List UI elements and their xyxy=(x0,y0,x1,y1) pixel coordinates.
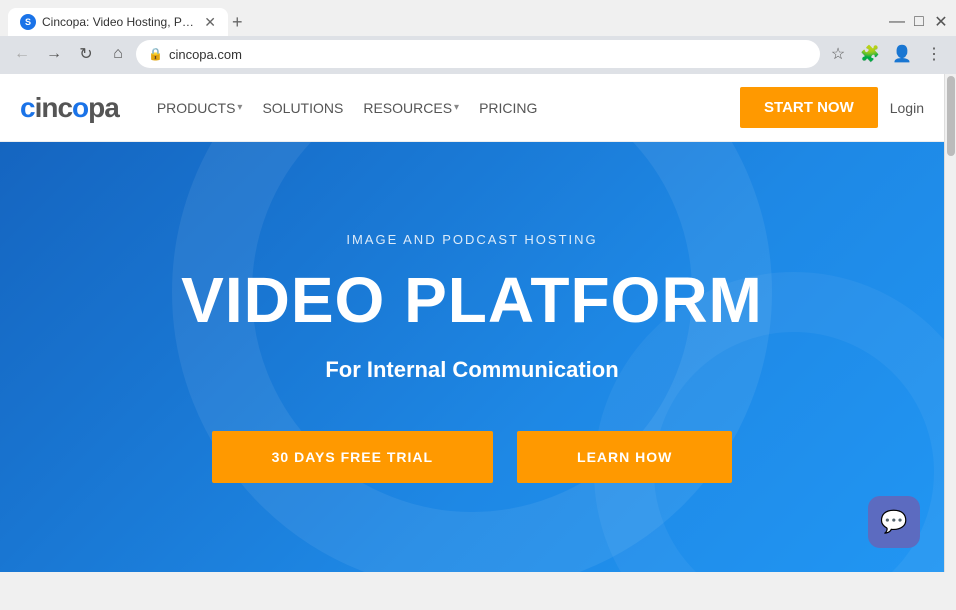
address-bar-row: ← → ↻ ⌂ 🔒 cincopa.com ☆ 🧩 👤 ⋮ xyxy=(0,36,956,74)
hero-buttons: 30 DAYS FREE TRIAL LEARN HOW xyxy=(212,431,733,483)
hero-section: IMAGE AND PODCAST HOSTING VIDEO PLATFORM… xyxy=(0,142,944,572)
lock-icon: 🔒 xyxy=(148,47,163,61)
profile-button[interactable]: 👤 xyxy=(888,40,916,68)
nav-resources[interactable]: RESOURCES ▾ xyxy=(355,96,467,120)
login-link[interactable]: Login xyxy=(890,100,924,116)
nav-actions: START NOW Login xyxy=(740,87,924,128)
logo-pa: pa xyxy=(88,92,119,123)
tab-favicon: S xyxy=(20,14,36,30)
hero-subtitle: IMAGE AND PODCAST HOSTING xyxy=(346,232,597,247)
site-navbar: cincopa PRODUCTS ▾ SOLUTIONS RESOURCES ▾… xyxy=(0,74,944,142)
scrollbar[interactable] xyxy=(944,74,956,572)
menu-button[interactable]: ⋮ xyxy=(920,40,948,68)
title-bar: S Cincopa: Video Hosting, Photo G ✕ + — … xyxy=(0,0,956,36)
maximize-button[interactable]: □ xyxy=(912,15,926,29)
browser-chrome: S Cincopa: Video Hosting, Photo G ✕ + — … xyxy=(0,0,956,74)
scroll-thumb[interactable] xyxy=(947,76,955,156)
tab-close-button[interactable]: ✕ xyxy=(204,14,216,31)
nav-resources-arrow: ▾ xyxy=(454,102,459,113)
address-actions: ☆ 🧩 👤 ⋮ xyxy=(824,40,948,68)
url-display: cincopa.com xyxy=(169,47,808,62)
trial-button[interactable]: 30 DAYS FREE TRIAL xyxy=(212,431,493,483)
hero-description: For Internal Communication xyxy=(325,357,618,383)
nav-solutions-label: SOLUTIONS xyxy=(262,100,343,116)
reload-button[interactable]: ↻ xyxy=(72,40,100,68)
logo-c: c xyxy=(20,92,35,123)
chat-widget[interactable]: 💬 xyxy=(868,496,920,548)
hero-title: VIDEO PLATFORM xyxy=(181,263,763,337)
extensions-button[interactable]: 🧩 xyxy=(856,40,884,68)
forward-button[interactable]: → xyxy=(40,40,68,68)
page-content-area: cincopa PRODUCTS ▾ SOLUTIONS RESOURCES ▾… xyxy=(0,74,956,572)
nav-solutions[interactable]: SOLUTIONS xyxy=(254,96,351,120)
nav-products[interactable]: PRODUCTS ▾ xyxy=(149,96,251,120)
nav-pricing-label: PRICING xyxy=(479,100,537,116)
address-bar[interactable]: 🔒 cincopa.com xyxy=(136,40,820,68)
chat-icon: 💬 xyxy=(880,509,907,535)
website: cincopa PRODUCTS ▾ SOLUTIONS RESOURCES ▾… xyxy=(0,74,944,572)
nav-links: PRODUCTS ▾ SOLUTIONS RESOURCES ▾ PRICING xyxy=(149,96,740,120)
back-button[interactable]: ← xyxy=(8,40,36,68)
window-controls: — □ ✕ xyxy=(890,15,948,29)
active-tab[interactable]: S Cincopa: Video Hosting, Photo G ✕ xyxy=(8,8,228,36)
nav-pricing[interactable]: PRICING xyxy=(471,96,545,120)
start-now-button[interactable]: START NOW xyxy=(740,87,878,128)
cincopa-logo[interactable]: cincopa xyxy=(20,92,119,124)
minimize-button[interactable]: — xyxy=(890,15,904,29)
nav-products-label: PRODUCTS xyxy=(157,100,236,116)
nav-products-arrow: ▾ xyxy=(237,102,242,113)
bookmark-button[interactable]: ☆ xyxy=(824,40,852,68)
close-button[interactable]: ✕ xyxy=(934,15,948,29)
nav-resources-label: RESOURCES xyxy=(363,100,452,116)
logo-o: o xyxy=(72,92,88,123)
learn-how-button[interactable]: LEARN HOW xyxy=(517,431,732,483)
tab-title: Cincopa: Video Hosting, Photo G xyxy=(42,15,194,29)
new-tab-button[interactable]: + xyxy=(232,13,243,31)
home-button[interactable]: ⌂ xyxy=(104,40,132,68)
logo-incopa: inc xyxy=(35,92,72,123)
